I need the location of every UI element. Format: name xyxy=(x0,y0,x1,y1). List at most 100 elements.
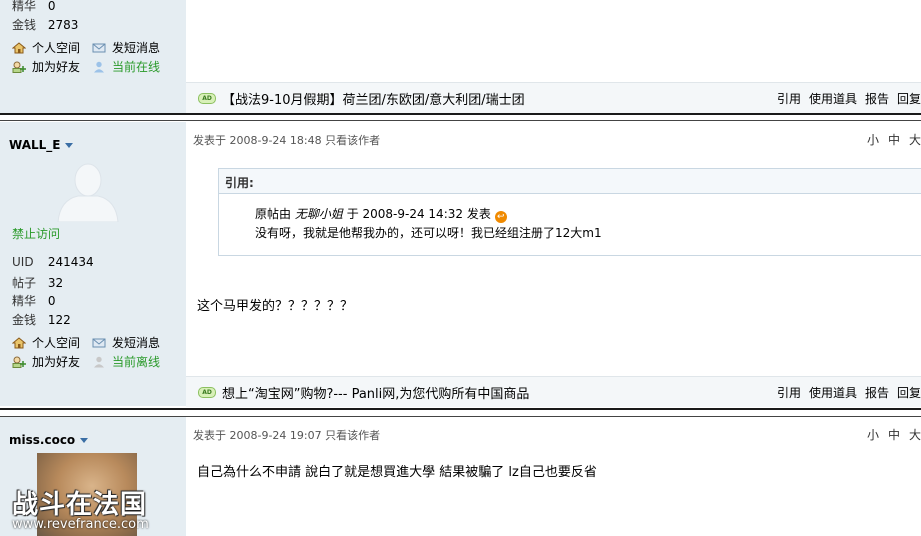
author-sidebar: 精华 0 金钱 2783 个人空间 发短消息 加为好友 当前在线 xyxy=(0,0,186,113)
add-friend-icon xyxy=(12,356,26,368)
font-large-button[interactable]: 大 xyxy=(909,133,921,147)
stat-money: 金钱 122 xyxy=(12,311,71,328)
add-friend-link[interactable]: 加为好友 xyxy=(12,353,80,370)
user-offline-icon xyxy=(94,356,104,368)
ad-link[interactable]: 【战法9-10月假期】荷兰团/东欧团/意大利团/瑞士团 xyxy=(222,89,525,108)
message-label: 发短消息 xyxy=(112,41,161,55)
post-operations: 引用 使用道具 报告 回复 xyxy=(769,384,921,401)
add-friend-label: 加为好友 xyxy=(32,355,81,369)
send-message-link[interactable]: 发短消息 xyxy=(92,39,160,56)
quote-text: 没有呀，我就是他帮我办的，还可以呀！我已经组注册了12大m1 xyxy=(255,226,602,240)
default-avatar xyxy=(57,163,119,222)
stat-value: 122 xyxy=(47,313,71,327)
font-small-button[interactable]: 小 xyxy=(867,133,879,147)
quote-button[interactable]: 引用 xyxy=(777,386,801,400)
online-label: 当前在线 xyxy=(112,60,161,74)
post-divider xyxy=(0,120,921,121)
chevron-down-icon[interactable] xyxy=(65,143,74,148)
post-meta: 发表于 2008-9-24 18:48 只看该作者 xyxy=(193,134,381,147)
stat-label: 精华 xyxy=(12,294,37,308)
post-2: WALL_E 禁止访问 UID 241434 帖子 32 精华 0 金钱 122… xyxy=(0,122,921,407)
stat-value: 32 xyxy=(47,276,64,290)
author-name[interactable]: WALL_E xyxy=(9,138,74,152)
ad-bar: AD 想上“淘宝网”购物?--- Panli网,为您代购所有中国商品 引用 使用道… xyxy=(186,376,921,407)
author-name-text: WALL_E xyxy=(9,138,61,152)
use-item-button[interactable]: 使用道具 xyxy=(809,92,857,106)
profile-link[interactable]: 个人空间 xyxy=(12,39,80,56)
stat-label: 精华 xyxy=(12,0,37,13)
stat-posts: 帖子 32 xyxy=(12,274,63,291)
ad-link[interactable]: 想上“淘宝网”购物?--- Panli网,为您代购所有中国商品 xyxy=(222,383,529,402)
stat-value: 0 xyxy=(47,0,56,13)
font-size-switcher: 小中大 xyxy=(858,426,921,443)
post-divider xyxy=(0,408,921,410)
report-button[interactable]: 报告 xyxy=(865,386,889,400)
home-icon xyxy=(12,42,26,54)
online-status: 当前在线 xyxy=(92,58,160,75)
reply-button[interactable]: 回复 xyxy=(897,92,921,106)
envelope-icon xyxy=(92,43,106,53)
message-label: 发短消息 xyxy=(112,336,161,350)
stat-uid: UID 241434 xyxy=(12,255,94,269)
font-medium-button[interactable]: 中 xyxy=(888,428,900,442)
post-main: 发表于 2008-9-24 18:48 只看该作者 小中大 引用: 原帖由 无聊… xyxy=(186,122,921,407)
post-operations: 引用 使用道具 报告 回复 xyxy=(769,90,921,107)
watermark-title: 战斗在法国 xyxy=(12,490,148,520)
ad-bar: AD 【战法9-10月假期】荷兰团/东欧团/意大利团/瑞士团 引用 使用道具 报告回… xyxy=(186,82,921,113)
home-icon xyxy=(12,337,26,349)
author-name-text: miss.coco xyxy=(9,433,76,447)
ad-badge-icon: AD xyxy=(198,93,216,104)
quote-source-line: 原帖由 无聊小姐 于 2008-9-24 14:32 发表 ↩ xyxy=(255,205,507,223)
add-friend-icon xyxy=(12,61,26,73)
stat-value: 241434 xyxy=(47,255,94,269)
post-1: 精华 0 金钱 2783 个人空间 发短消息 加为好友 当前在线 AD 【战法9… xyxy=(0,0,921,113)
report-button[interactable]: 报告 xyxy=(865,92,889,106)
quote-header-label: 引用: xyxy=(225,176,254,190)
quote-button[interactable]: 引用 xyxy=(777,92,801,106)
profile-label: 个人空间 xyxy=(32,336,81,350)
user-status: 禁止访问 xyxy=(12,227,61,241)
goto-post-icon[interactable]: ↩ xyxy=(494,211,507,223)
profile-label: 个人空间 xyxy=(32,41,81,55)
post-meta: 发表于 2008-9-24 19:07 只看该作者 xyxy=(193,429,381,442)
stat-value: 2783 xyxy=(47,18,79,32)
post-content: 这个马甲发的？？？？？？ xyxy=(197,299,354,314)
add-friend-link[interactable]: 加为好友 xyxy=(12,58,80,75)
stat-label: 金钱 xyxy=(12,18,37,32)
font-medium-button[interactable]: 中 xyxy=(888,133,900,147)
add-friend-label: 加为好友 xyxy=(32,60,81,74)
stat-digest: 精华 0 xyxy=(12,0,55,14)
quote-header: 引用: xyxy=(219,169,921,194)
offline-status: 当前离线 xyxy=(92,353,160,370)
send-message-link[interactable]: 发短消息 xyxy=(92,334,160,351)
font-large-button[interactable]: 大 xyxy=(909,428,921,442)
quoted-author[interactable]: 无聊小姐 xyxy=(295,207,343,221)
reply-button[interactable]: 回复 xyxy=(897,386,921,400)
site-watermark: 战斗在法国 www.revefrance.com xyxy=(12,484,149,532)
post-main: 发表于 2008-9-24 19:07 只看该作者 小中大 自己為什么不申請 說… xyxy=(186,417,921,536)
stat-value: 0 xyxy=(47,294,56,308)
author-sidebar: WALL_E 禁止访问 UID 241434 帖子 32 精华 0 金钱 122… xyxy=(0,122,186,406)
quote-date: 于 2008-9-24 14:32 发表 xyxy=(346,207,491,221)
post-content: 自己為什么不申請 說白了就是想買進大學 結果被騙了 lz自己也要反省 xyxy=(197,465,597,480)
chevron-down-icon[interactable] xyxy=(80,438,89,443)
stat-digest: 精华 0 xyxy=(12,292,55,309)
watermark-url: www.revefrance.com xyxy=(12,517,149,532)
envelope-icon xyxy=(92,338,106,348)
font-size-switcher: 小中大 xyxy=(858,131,921,148)
offline-label: 当前离线 xyxy=(112,355,161,369)
author-name[interactable]: miss.coco xyxy=(9,433,89,447)
stat-label: 金钱 xyxy=(12,313,37,327)
stat-label: 帖子 xyxy=(12,276,37,290)
stat-label: UID xyxy=(12,255,34,269)
user-online-icon xyxy=(94,61,104,73)
profile-link[interactable]: 个人空间 xyxy=(12,334,80,351)
quote-prefix: 原帖由 xyxy=(255,207,292,221)
post-divider xyxy=(0,113,921,115)
stat-money: 金钱 2783 xyxy=(12,16,78,33)
post-main: AD 【战法9-10月假期】荷兰团/东欧团/意大利团/瑞士团 引用 使用道具 报告回… xyxy=(186,0,921,113)
ad-badge-icon: AD xyxy=(198,387,216,398)
quote-block: 引用: 原帖由 无聊小姐 于 2008-9-24 14:32 发表 ↩ 没有呀，我… xyxy=(218,168,921,256)
font-small-button[interactable]: 小 xyxy=(867,428,879,442)
use-item-button[interactable]: 使用道具 xyxy=(809,386,857,400)
